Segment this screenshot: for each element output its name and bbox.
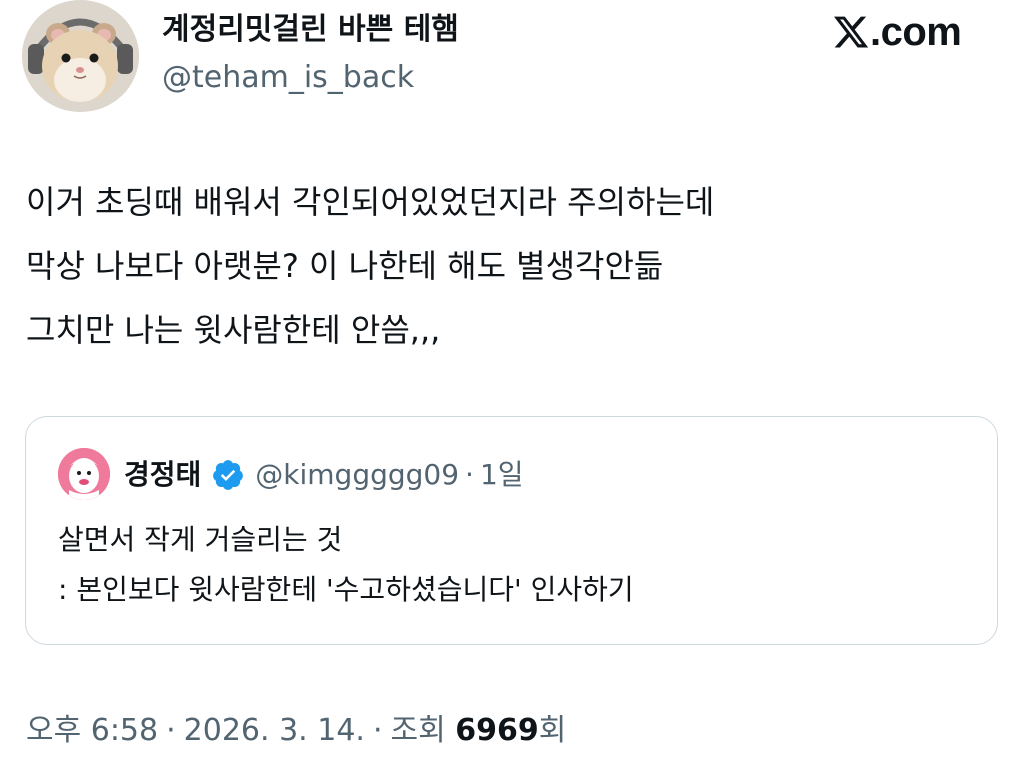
meta-separator: · — [372, 713, 383, 748]
meta-separator: · — [166, 713, 176, 748]
tweet-text: 이거 초딩때 배워서 각인되어있었던지라 주의하는데 막상 나보다 아랫분? 이… — [26, 170, 986, 362]
site-domain: .com — [870, 10, 962, 54]
quote-header: 경정태 @kimggggg09 · 1일 — [124, 453, 524, 497]
tweet-line: 그치만 나는 윗사람한테 안씀,,, — [26, 311, 441, 349]
views-label-suffix: 회 — [538, 713, 567, 748]
tweet-line: 이거 초딩때 배워서 각인되어있었던지라 주의하는데 — [26, 183, 715, 221]
quote-separator: · — [465, 458, 474, 491]
quote-text: 살면서 작게 거슬리는 것 : 본인보다 윗사람한테 '수고하셨습니다' 인사하… — [58, 515, 634, 615]
tweet-line: 막상 나보다 아랫분? 이 나한테 해도 별생각안듦 — [26, 247, 664, 285]
quote-line: 살면서 작게 거슬리는 것 — [58, 523, 343, 556]
author-handle[interactable]: @teham_is_back — [162, 58, 414, 98]
x-logo-icon — [833, 16, 869, 48]
views-label-prefix: 조회 — [390, 713, 446, 748]
tweet-date[interactable]: 2026. 3. 14. — [184, 708, 365, 754]
quote-avatar[interactable] — [58, 448, 110, 500]
tweet-time[interactable]: 오후 6:58 — [26, 708, 158, 754]
quote-display-name[interactable]: 경정태 — [124, 453, 201, 497]
verified-badge-icon — [213, 460, 244, 490]
views-count[interactable]: 6969 — [455, 708, 539, 754]
quote-line: : 본인보다 윗사람한테 '수고하셨습니다' 인사하기 — [58, 573, 634, 606]
tweet-meta: 오후 6:58 · 2026. 3. 14. · 조회 6969 회 — [26, 708, 566, 754]
quoted-tweet-card[interactable]: 경정태 @kimggggg09 · 1일 살면서 작게 거슬리는 것 : 본인보… — [25, 416, 998, 645]
quote-time[interactable]: 1일 — [480, 453, 524, 497]
quote-handle[interactable]: @kimggggg09 — [255, 453, 459, 497]
site-logo: .com — [832, 10, 962, 54]
hamster-avatar-icon[interactable] — [22, 0, 139, 112]
author-display-name[interactable]: 계정리밋걸린 바쁜 테햄 — [162, 10, 459, 50]
